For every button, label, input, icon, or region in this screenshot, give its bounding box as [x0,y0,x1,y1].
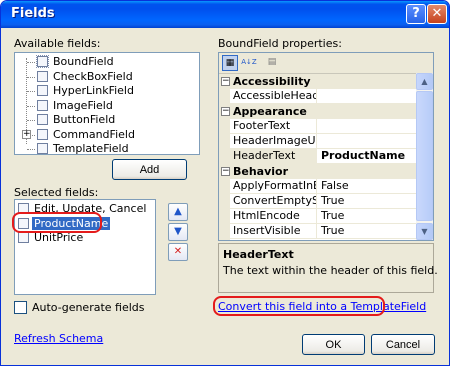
auto-generate-label: Auto-generate fields [32,301,145,314]
up-arrow-icon[interactable]: ▲ [168,203,188,221]
property-pages-icon[interactable]: ▤ [264,55,280,71]
auto-generate-checkbox[interactable] [14,301,27,314]
property-grid[interactable]: ▦ A↓Z ▤ −AccessibilityAccessibleHeaderTe… [218,52,434,241]
available-field-item[interactable]: CommandField [53,128,135,141]
collapse-icon[interactable]: − [221,167,230,176]
scroll-up-icon[interactable]: ▲ [416,73,433,90]
property-row[interactable]: InsertVisible True [219,224,416,240]
property-name: ConvertEmptyString [230,194,317,208]
scroll-thumb[interactable] [416,91,433,221]
available-field-item[interactable]: BoundField [53,55,114,68]
window-title: Fields [11,6,55,21]
selected-fields-label: Selected fields: [14,186,99,199]
property-row[interactable]: ConvertEmptyStringTrue [219,194,416,211]
property-category[interactable]: − Behavior [219,164,416,179]
property-name: InsertVisible [230,224,317,238]
available-field-item[interactable]: ImageField [53,99,113,112]
delete-x-icon[interactable]: ✕ [168,243,188,261]
property-row[interactable]: AccessibleHeaderTe [219,89,416,106]
available-field-item[interactable]: HyperLinkField [53,84,134,97]
property-name: HtmlEncode [230,209,317,223]
property-row[interactable]: HeaderImageUrl [219,134,416,151]
field-icon [18,232,29,243]
help-button[interactable]: ? [406,4,426,24]
property-name: ApplyFormatInEditM [230,179,317,193]
tree-connector [27,91,35,92]
property-value[interactable] [318,89,416,103]
convert-link-highlight-ring [213,296,385,316]
property-value[interactable]: True [318,194,416,208]
property-row[interactable]: ApplyFormatInEditMFalse [219,179,416,196]
ok-button[interactable]: OK [302,334,365,355]
property-name: FooterText [230,119,317,133]
property-category[interactable]: − Accessibility [219,74,416,89]
tree-connector [27,149,35,150]
collapse-icon[interactable]: − [221,107,230,116]
productname-highlight-ring [12,212,102,233]
properties-label: BoundField properties: [218,37,342,50]
button-field-icon [37,114,48,125]
property-value[interactable] [318,119,416,133]
expand-icon[interactable]: + [22,129,31,139]
available-field-item[interactable]: ButtonField [53,113,115,126]
description-text: The text within the header of this field… [223,264,438,277]
collapse-icon[interactable]: − [221,77,230,86]
property-name: AccessibleHeaderTe [230,89,317,103]
property-value[interactable]: ProductName [318,149,416,163]
command-field-icon [37,128,48,140]
hyperlink-field-icon [37,85,48,96]
property-row[interactable]: FooterText [219,119,416,136]
row-margin [219,224,230,240]
fields-dialog: Fields ? ✕ Available fields: BoundField C… [0,0,450,366]
category-label: Appearance [233,105,307,118]
scroll-down-icon[interactable]: ▼ [416,223,433,240]
property-name: HeaderImageUrl [230,134,317,148]
available-fields-label: Available fields: [14,37,101,50]
alphabetical-sort-icon[interactable]: A↓Z [241,55,257,71]
property-name: HeaderText [230,149,317,163]
tree-connector [27,120,35,121]
down-arrow-icon[interactable]: ▼ [168,223,188,241]
checkbox-field-icon [37,70,48,82]
description-title: HeaderText [223,248,294,261]
available-field-item[interactable]: TemplateField [53,142,129,155]
cancel-button[interactable]: Cancel [371,334,435,355]
property-grid-scrollbar[interactable]: ▲ ▼ [416,73,433,240]
tree-connector [27,76,35,78]
property-row[interactable]: HeaderText ProductName [219,149,416,166]
property-category[interactable]: − Appearance [219,104,416,119]
available-field-item[interactable]: CheckBoxField [53,70,133,83]
category-label: Accessibility [233,75,311,88]
title-bar[interactable]: Fields ? ✕ [1,1,449,28]
property-value[interactable] [318,134,416,148]
category-label: Behavior [233,165,289,178]
image-field-icon [37,99,48,111]
property-grid-toolbar: ▦ A↓Z ▤ [219,53,433,74]
template-field-icon [37,143,48,154]
add-button[interactable]: Add [112,159,187,180]
tree-connector [27,105,35,107]
available-fields-tree[interactable]: BoundField CheckBoxField HyperLinkField Ima… [14,52,200,155]
close-button[interactable]: ✕ [427,4,447,24]
property-value[interactable]: True [318,209,416,223]
tree-connector [27,62,35,63]
property-row[interactable]: HtmlEncode True [219,209,416,226]
property-value[interactable]: True [318,224,416,238]
property-description-panel: HeaderText The text within the header of… [218,243,438,293]
property-value[interactable]: False [318,179,416,193]
boundfield-icon [36,55,49,68]
refresh-schema-link[interactable]: Refresh Schema [14,332,103,345]
categorized-icon[interactable]: ▦ [222,55,238,71]
